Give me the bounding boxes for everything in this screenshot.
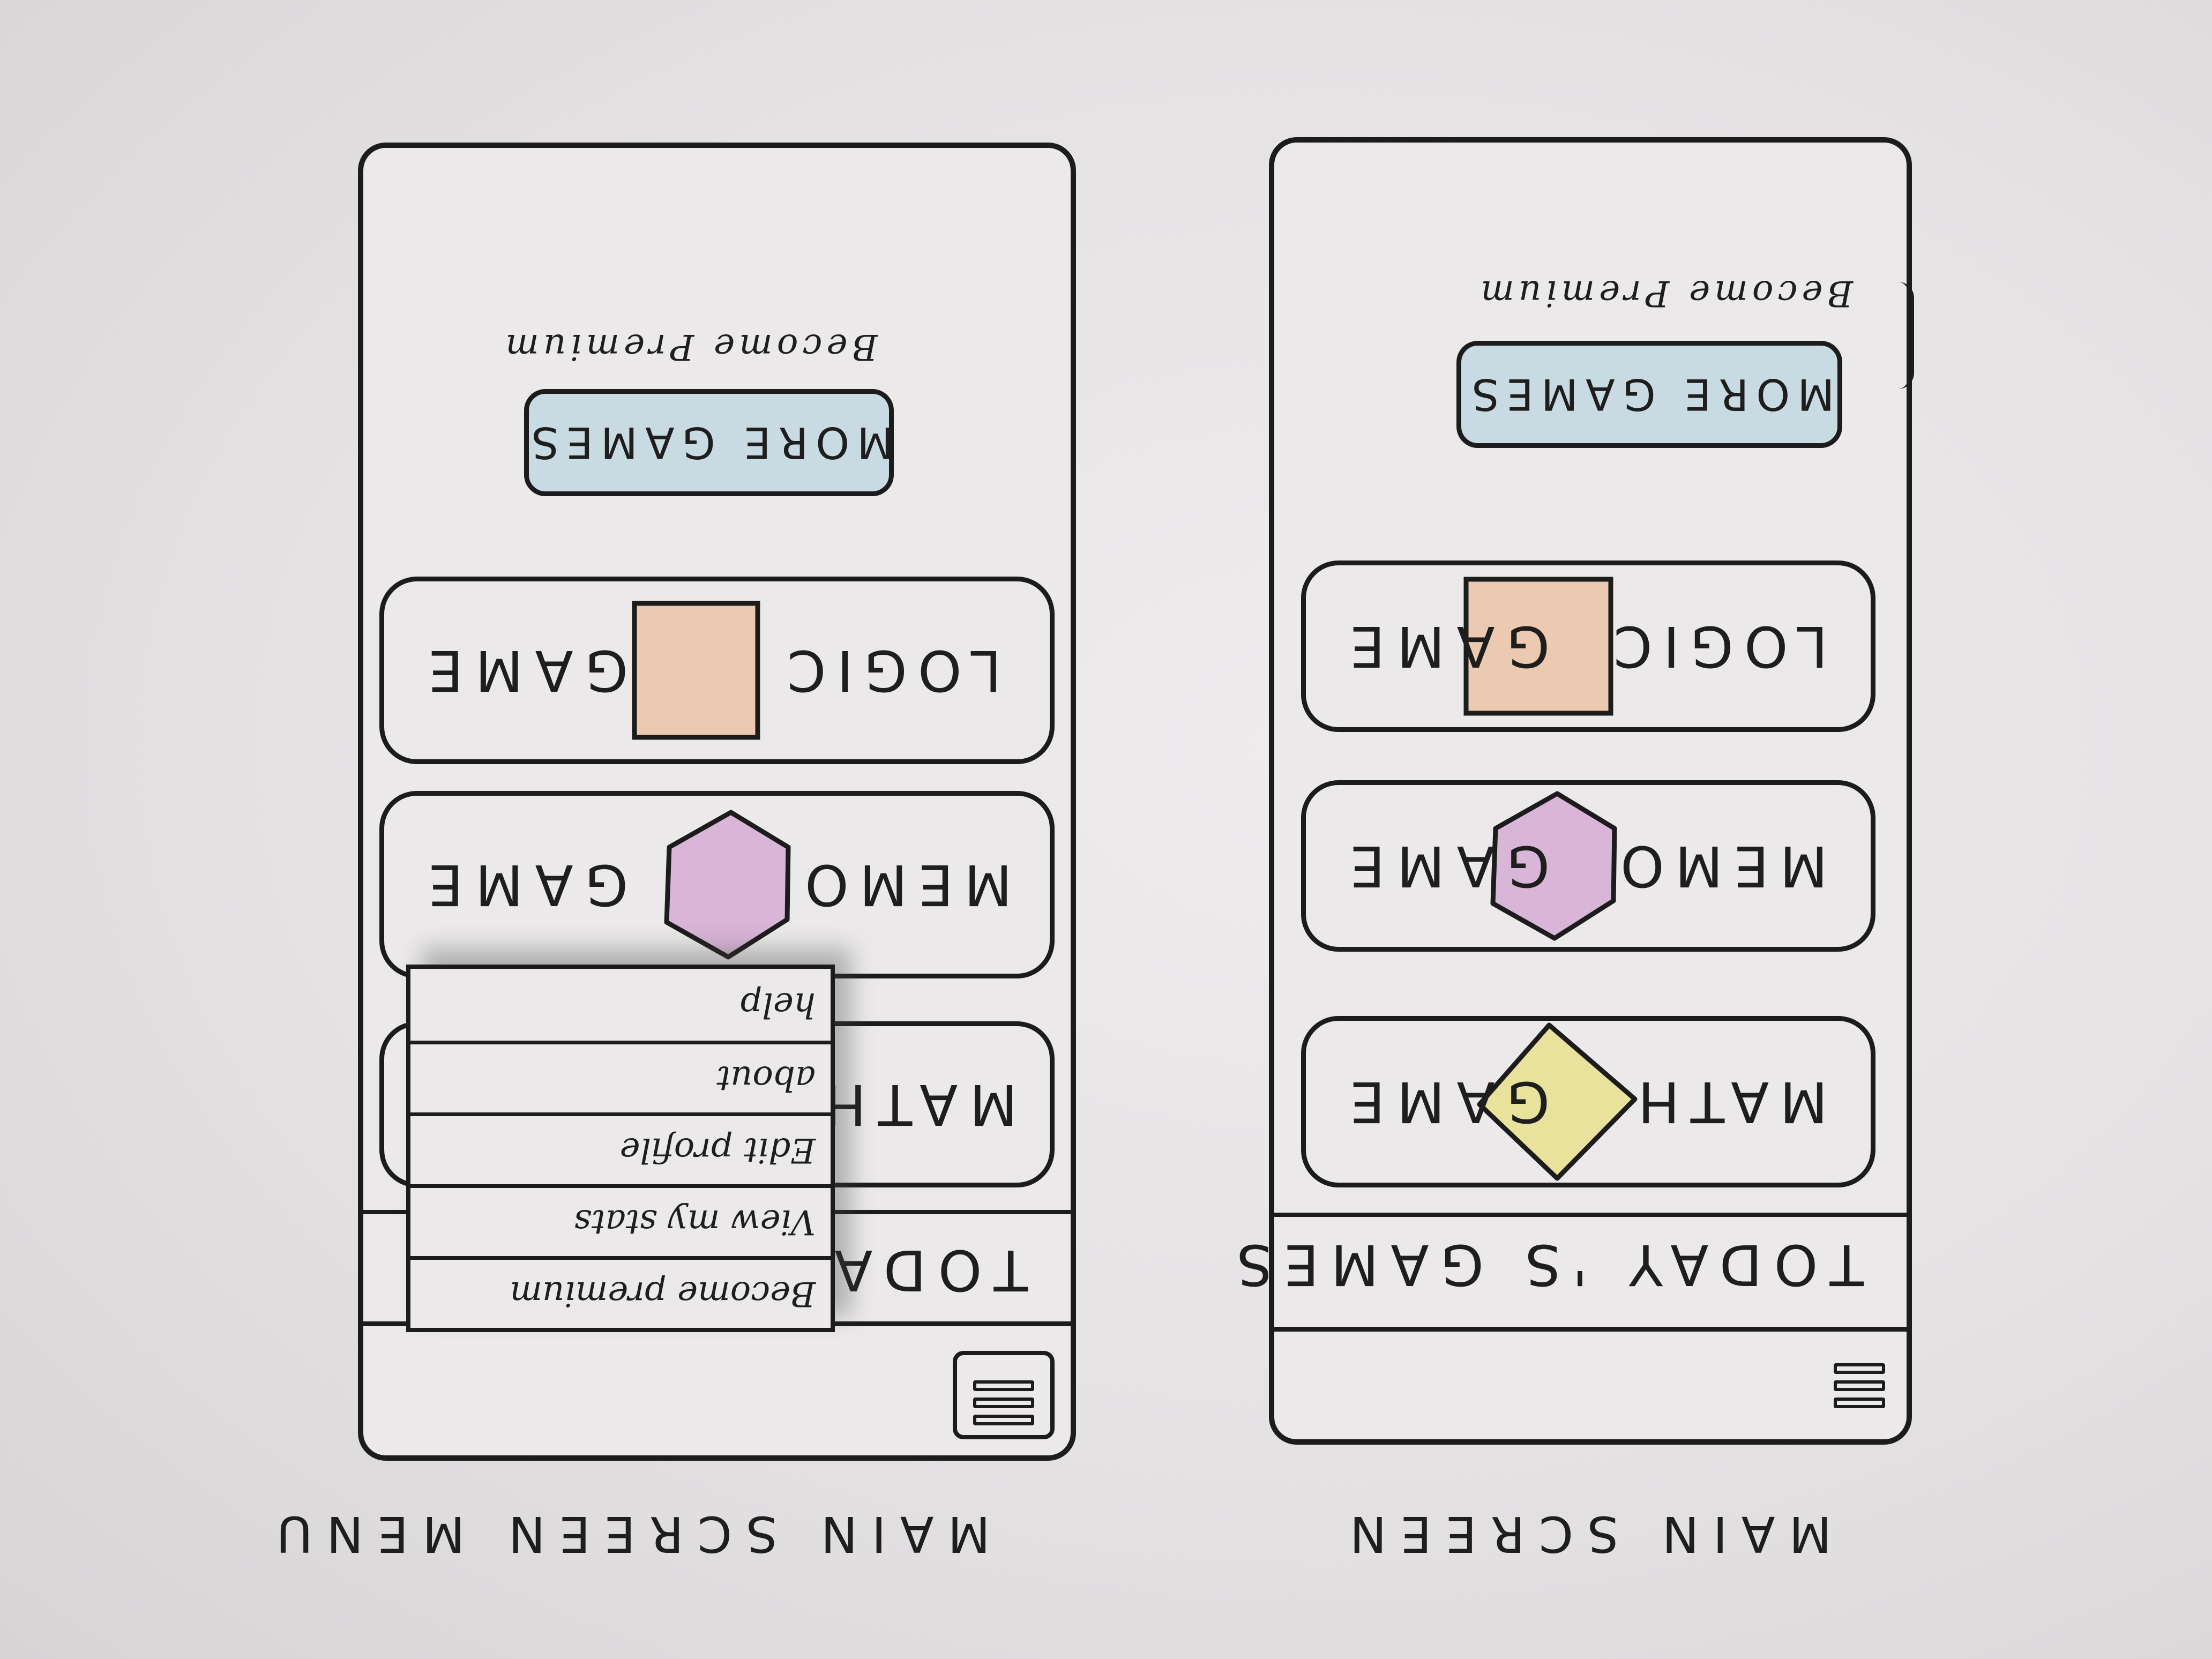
more-games-button[interactable]: MORE GAMES [1456, 341, 1842, 448]
math-game-card[interactable]: MATH GAME [1301, 1016, 1875, 1187]
card-subtitle: GAME [416, 852, 629, 917]
hexagon-icon [664, 810, 791, 960]
memory-game-card[interactable]: MEMORY GAME [379, 791, 1055, 978]
phone-side-button [1898, 282, 1914, 389]
more-games-button[interactable]: MORE GAMES [524, 389, 894, 496]
card-subtitle: GAME [1338, 1069, 1550, 1134]
memory-game-card[interactable]: MEMORY GAME [1301, 780, 1875, 952]
section-title: TODAY 'S GAMES [1224, 1232, 1864, 1297]
card-title: LOGIC [776, 638, 1002, 703]
top-bar [363, 1321, 1071, 1455]
screen-label: MAIN SCREEN MENU [262, 1505, 990, 1563]
menu-item-become-premium[interactable]: Become premium [410, 1256, 831, 1328]
square-icon [632, 601, 760, 740]
phone-frame-main-screen: TODAY 'S GAMES MATH GAME MEMORY GAME LOG… [1225, 137, 1914, 1445]
card-subtitle: GAME [1338, 833, 1550, 899]
top-bar [1274, 1327, 1907, 1439]
menu-item-help[interactable]: help [410, 969, 831, 1041]
card-title: MATH [1627, 1069, 1828, 1134]
card-subtitle: GAME [416, 638, 629, 703]
sketch-canvas: MAIN SCREEN TODAY 'S GAMES MATH GAME MEM… [0, 0, 2212, 1659]
hamburger-icon[interactable] [953, 1351, 1055, 1439]
card-subtitle: MATH [812, 1072, 1018, 1137]
menu-item-view-stats[interactable]: View my stats [410, 1184, 831, 1256]
become-premium-link[interactable]: Become Premium [1476, 273, 1853, 314]
menu-item-about[interactable]: about [410, 1041, 831, 1112]
logic-game-card[interactable]: LOGIC GAME [379, 577, 1055, 764]
phone-frame-main-screen-menu: TODAY MATH MEMORY GAME LOGIC GAME MORE G… [358, 143, 1076, 1461]
menu-dropdown: Become premium View my stats Edit profil… [406, 965, 835, 1332]
screen-label: MAIN SCREEN [1335, 1505, 1832, 1563]
hamburger-icon[interactable] [1834, 1349, 1885, 1408]
card-subtitle: GAME [1338, 614, 1550, 679]
card-title: LOGIC [1603, 614, 1828, 679]
section-divider [1274, 1213, 1907, 1217]
become-premium-link[interactable]: Become Premium [501, 326, 878, 368]
logic-game-card[interactable]: LOGIC GAME [1301, 561, 1875, 732]
menu-item-edit-profile[interactable]: Edit profile [410, 1112, 831, 1184]
